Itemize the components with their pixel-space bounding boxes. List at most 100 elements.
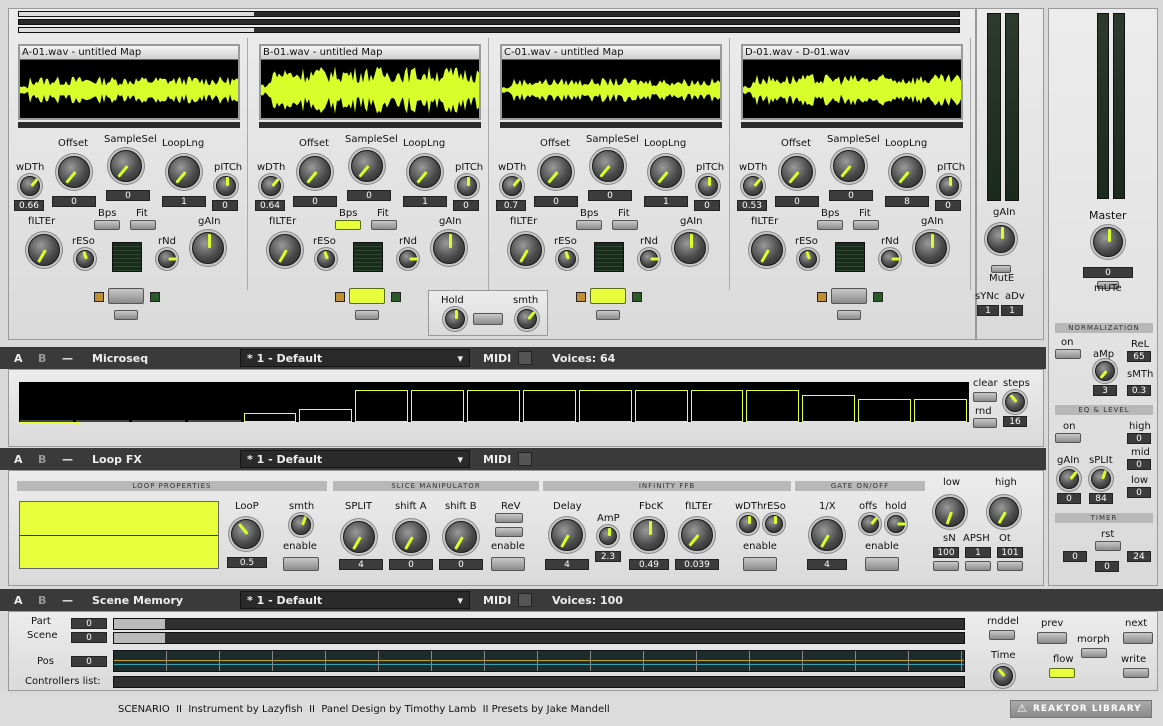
progress-bar-2[interactable] [18, 19, 960, 25]
bps-button[interactable] [94, 220, 120, 230]
step-bar[interactable] [467, 389, 520, 422]
rnd-knob[interactable] [399, 250, 418, 268]
deck-trigger-button[interactable] [349, 288, 385, 304]
apsh-button[interactable] [965, 561, 991, 571]
width-value[interactable]: 0.7 [496, 200, 526, 211]
looplng-knob[interactable] [650, 156, 682, 188]
width-value[interactable]: 0.66 [14, 200, 44, 211]
sn-value[interactable]: 100 [933, 547, 959, 558]
shift-a-value[interactable]: 0 [389, 559, 433, 570]
group-square-right[interactable] [391, 292, 401, 302]
samplesel-value[interactable]: 0 [347, 190, 391, 201]
norm-amp-value[interactable]: 3 [1093, 385, 1117, 396]
midi-icon[interactable] [518, 593, 532, 607]
shift-b-knob[interactable] [445, 521, 477, 553]
eq-high-value[interactable]: 0 [1127, 433, 1151, 444]
deck-small-button[interactable] [596, 310, 620, 320]
loopfx-collapse[interactable]: — [62, 453, 73, 466]
eq-split-knob[interactable] [1091, 469, 1111, 489]
infinity-reso-knob[interactable] [765, 515, 783, 533]
scene-a-tab[interactable]: A [14, 594, 23, 607]
infinity-filter-knob[interactable] [681, 519, 713, 551]
split-knob[interactable] [343, 521, 375, 553]
next-button[interactable] [1123, 632, 1153, 644]
loopfx-b-tab[interactable]: B [38, 453, 46, 466]
mix-gain-knob[interactable] [987, 225, 1015, 253]
eq-gain-knob[interactable] [1059, 469, 1079, 489]
pitch-knob[interactable] [216, 176, 236, 196]
eq-on-button[interactable] [1055, 433, 1081, 443]
fit-button[interactable] [130, 220, 156, 230]
loop-knob[interactable] [231, 519, 261, 549]
slice-enable-button[interactable] [491, 557, 525, 571]
eq-low-value[interactable]: 0 [1127, 487, 1151, 498]
prev-button[interactable] [1037, 632, 1067, 644]
norm-rel-value[interactable]: 65 [1127, 351, 1151, 362]
deck-scrollbar[interactable] [500, 122, 722, 128]
filter-knob[interactable] [510, 234, 542, 266]
filter-knob[interactable] [28, 234, 60, 266]
rnd-knob[interactable] [158, 250, 177, 268]
deck-scrollbar[interactable] [259, 122, 481, 128]
norm-amp-knob[interactable] [1095, 361, 1115, 381]
rnd-button[interactable] [973, 418, 997, 428]
delay-value[interactable]: 4 [545, 559, 589, 570]
rev-button-1[interactable] [495, 513, 523, 523]
offset-knob[interactable] [58, 156, 90, 188]
step-bar[interactable] [522, 389, 576, 422]
looplng-value[interactable]: 1 [403, 196, 447, 207]
deck-trigger-button[interactable] [831, 288, 867, 304]
step-bar[interactable] [355, 389, 409, 422]
timer-rst-button[interactable] [1095, 541, 1121, 551]
step-bar[interactable] [131, 420, 185, 422]
sn-button[interactable] [933, 561, 959, 571]
looplng-knob[interactable] [168, 156, 200, 188]
deck-scrollbar[interactable] [741, 122, 963, 128]
filter-knob[interactable] [269, 234, 301, 266]
master-knob[interactable] [1093, 227, 1123, 257]
hold-button[interactable] [473, 313, 503, 325]
group-square-right[interactable] [150, 292, 160, 302]
waveform-display[interactable]: B-01.wav - untitled Map [259, 44, 481, 120]
fit-button[interactable] [371, 220, 397, 230]
step-sequencer[interactable] [19, 382, 969, 422]
loop-value[interactable]: 0.5 [227, 557, 267, 568]
amp-value[interactable]: 2.3 [595, 551, 621, 562]
eq-gain-value[interactable]: 0 [1057, 493, 1081, 504]
time-knob[interactable] [993, 666, 1013, 686]
width-value[interactable]: 0.53 [737, 200, 767, 211]
loopfx-preset-select[interactable]: * 1 - Default ▾ [240, 450, 470, 468]
offset-value[interactable]: 0 [52, 196, 96, 207]
adv-value[interactable]: 1 [1001, 305, 1023, 316]
timer-value-3[interactable]: 24 [1127, 551, 1151, 562]
fx-low-knob[interactable] [935, 497, 965, 527]
step-bar[interactable] [634, 389, 688, 422]
samplesel-knob[interactable] [110, 150, 142, 182]
loop-smth-knob[interactable] [291, 515, 311, 535]
infinity-filter-value[interactable]: 0.039 [675, 559, 719, 570]
step-bar[interactable] [578, 389, 632, 422]
bps-button[interactable] [817, 220, 843, 230]
smth-knob[interactable] [517, 309, 537, 329]
scene-value[interactable]: 0 [71, 632, 107, 643]
loop-enable-button[interactable] [283, 557, 319, 571]
deck-trigger-button[interactable] [590, 288, 626, 304]
width-value[interactable]: 0.64 [255, 200, 285, 211]
clear-button[interactable] [973, 392, 997, 402]
progress-bar-3[interactable] [18, 27, 960, 33]
gain-knob[interactable] [192, 232, 224, 264]
morph-button[interactable] [1081, 648, 1107, 658]
step-bar[interactable] [299, 408, 353, 422]
deck-small-button[interactable] [355, 310, 379, 320]
gain-knob[interactable] [915, 232, 947, 264]
microseq-b-tab[interactable]: B [38, 352, 46, 365]
scene-b-tab[interactable]: B [38, 594, 46, 607]
pitch-value[interactable]: 0 [212, 200, 238, 211]
deck-small-button[interactable] [114, 310, 138, 320]
controllers-list[interactable] [113, 676, 965, 688]
width-knob[interactable] [261, 176, 281, 196]
group-square-left[interactable] [576, 292, 586, 302]
filter-knob[interactable] [751, 234, 783, 266]
looplng-knob[interactable] [891, 156, 923, 188]
samplesel-value[interactable]: 0 [106, 190, 150, 201]
